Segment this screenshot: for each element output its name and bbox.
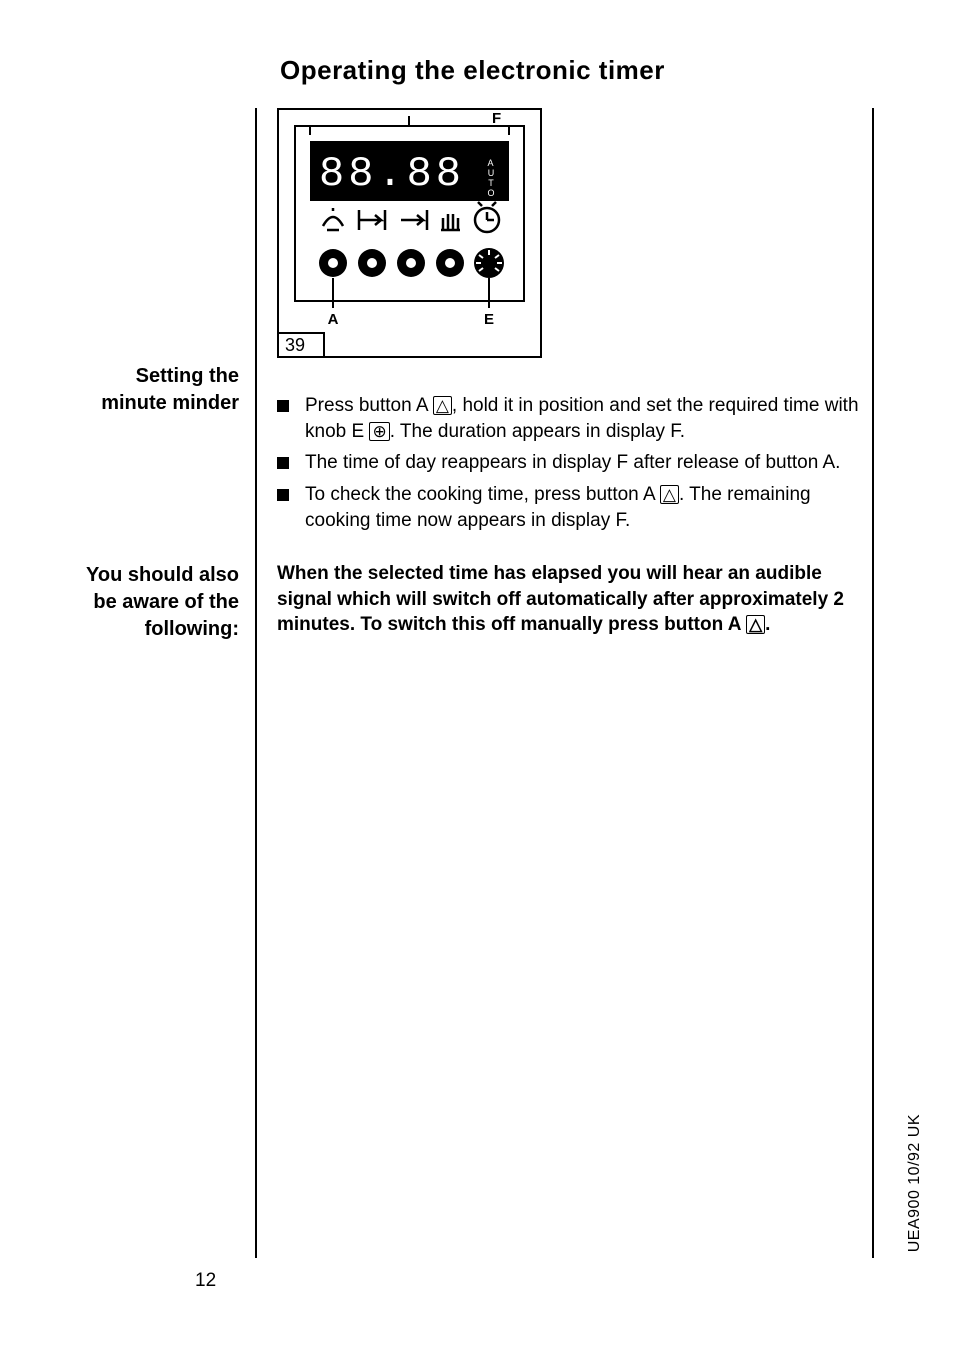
- svg-text:E: E: [484, 311, 494, 328]
- document-code: UEA900 10/92 UK: [906, 1114, 924, 1252]
- svg-text:F: F: [492, 110, 501, 127]
- bullet-item: Press button A △, hold it in position an…: [277, 393, 874, 444]
- text: Press button A: [305, 395, 433, 416]
- svg-text:88.88: 88.88: [319, 150, 465, 198]
- right-margin-rule: [872, 108, 874, 1258]
- spacer: [70, 108, 239, 363]
- section-label-aware: You should also be aware of the followin…: [70, 562, 239, 643]
- bell-icon: △: [433, 396, 452, 415]
- spacer: [70, 417, 239, 562]
- main-column: 88.88 A U T O F: [257, 108, 874, 1258]
- clock-icon: ⊕: [369, 422, 389, 441]
- bell-icon: △: [660, 485, 679, 504]
- page-number: 12: [195, 1270, 216, 1292]
- text: The time of day reappears in display F a…: [305, 452, 840, 473]
- manual-page: Operating the electronic timer Setting t…: [0, 0, 954, 1352]
- svg-text:U: U: [488, 168, 495, 178]
- bell-icon: △: [746, 615, 765, 634]
- text: .: [765, 614, 770, 635]
- margin-column: Setting the minute minder You should als…: [70, 108, 255, 1258]
- svg-text:T: T: [488, 178, 494, 188]
- timer-diagram-svg: 88.88 A U T O F: [277, 108, 542, 358]
- warning-paragraph: When the selected time has elapsed you w…: [277, 561, 874, 638]
- page-title: Operating the electronic timer: [280, 55, 874, 86]
- svg-text:A: A: [328, 311, 339, 328]
- svg-text:O: O: [487, 188, 494, 198]
- timer-figure: 88.88 A U T O F: [277, 108, 542, 363]
- section-label-minute-minder: Setting the minute minder: [70, 363, 239, 417]
- text: To check the cooking time, press button …: [305, 484, 660, 505]
- bullet-list-minute-minder: Press button A △, hold it in position an…: [277, 393, 874, 533]
- text: . The duration appears in display F.: [390, 421, 685, 442]
- svg-text:39: 39: [285, 335, 305, 355]
- bullet-item: The time of day reappears in display F a…: [277, 450, 874, 476]
- svg-text:A: A: [487, 158, 494, 168]
- content-columns: Setting the minute minder You should als…: [70, 108, 874, 1258]
- bullet-item: To check the cooking time, press button …: [277, 482, 874, 533]
